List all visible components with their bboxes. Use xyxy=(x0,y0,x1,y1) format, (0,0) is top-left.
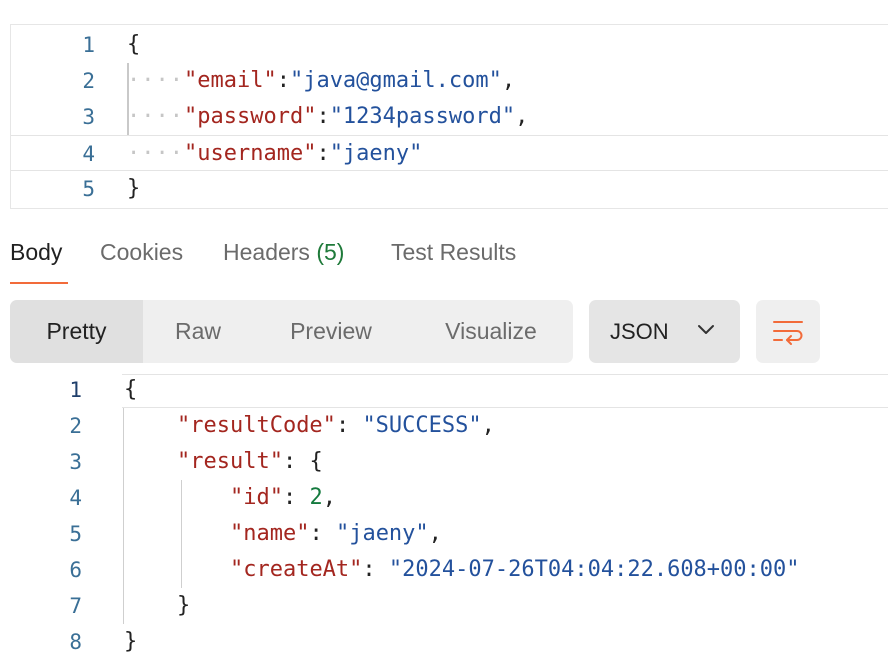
code-text: } xyxy=(127,176,141,201)
view-visualize-button[interactable]: Visualize xyxy=(409,300,573,363)
line-number: 3 xyxy=(69,450,82,474)
view-mode-toggle: Pretty Raw Preview Visualize xyxy=(10,300,573,363)
json-number-value: 2 xyxy=(309,485,323,510)
json-string-value: "1234password" xyxy=(329,104,516,129)
json-string-value: "java@gmail.com" xyxy=(289,68,502,93)
json-key: "password" xyxy=(183,104,317,129)
editor-line[interactable]: 1 { xyxy=(11,27,888,63)
wrap-lines-button[interactable] xyxy=(756,300,820,363)
json-key: "createAt" xyxy=(229,557,363,582)
line-number: 5 xyxy=(69,522,82,546)
json-comma: , xyxy=(481,413,495,438)
tab-body[interactable]: Body xyxy=(10,236,62,268)
active-tab-indicator xyxy=(10,282,68,284)
json-string-value: "SUCCESS" xyxy=(362,413,482,438)
view-raw-button[interactable]: Raw xyxy=(143,300,253,363)
whitespace-dots: ···· xyxy=(127,104,184,129)
format-dropdown[interactable]: JSON xyxy=(589,300,740,363)
json-string-value: "jaeny" xyxy=(335,521,429,546)
response-body-viewer[interactable]: 1 { 2 "resultCode": "SUCCESS", 3 "result… xyxy=(0,372,888,664)
line-number: 1 xyxy=(82,33,95,57)
request-body-editor[interactable]: 1 { 2 ····"email":"java@gmail.com", 3 ··… xyxy=(10,24,888,209)
json-colon: : xyxy=(282,485,310,510)
editor-line[interactable]: 5 } xyxy=(11,171,888,207)
code-line: 6 "createAt": "2024-07-26T04:04:22.608+0… xyxy=(0,552,888,588)
json-colon: : xyxy=(276,68,290,93)
json-key: "email" xyxy=(183,68,277,93)
tab-headers-label: Headers xyxy=(223,239,310,265)
json-comma: , xyxy=(515,104,529,129)
code-line: 3 "result": { xyxy=(0,444,888,480)
code-line: 7 } xyxy=(0,588,888,624)
json-string-value: "2024-07-26T04:04:22.608+00:00" xyxy=(388,557,800,582)
json-comma: , xyxy=(501,68,516,93)
line-number: 2 xyxy=(69,414,82,438)
json-colon: : xyxy=(282,449,310,474)
line-number: 4 xyxy=(69,486,82,510)
json-brace: { xyxy=(309,449,323,474)
tab-test-results[interactable]: Test Results xyxy=(391,236,516,268)
tab-cookies[interactable]: Cookies xyxy=(100,236,183,268)
json-key: "username" xyxy=(183,141,317,166)
json-colon: : xyxy=(309,521,336,546)
view-preview-button[interactable]: Preview xyxy=(253,300,409,363)
headers-count-badge: (5) xyxy=(316,239,345,265)
word-wrap-icon xyxy=(773,321,803,345)
editor-line[interactable]: 2 ····"email":"java@gmail.com", xyxy=(11,63,888,99)
line-number: 4 xyxy=(82,142,95,166)
whitespace-dots: ···· xyxy=(127,141,184,166)
json-comma: , xyxy=(322,485,336,510)
json-key: "result" xyxy=(176,449,283,474)
code-line: 4 "id": 2, xyxy=(0,480,888,516)
line-number: 2 xyxy=(82,69,95,93)
code-text: } xyxy=(124,629,138,654)
json-key: "name" xyxy=(229,521,310,546)
json-colon: : xyxy=(316,141,330,166)
json-brace: } xyxy=(176,593,191,618)
json-colon: : xyxy=(335,413,363,438)
json-colon: : xyxy=(362,557,389,582)
editor-line-active[interactable]: 4 ····"username":"jaeny" xyxy=(11,135,888,171)
code-line: 8 } xyxy=(0,624,888,660)
line-number: 8 xyxy=(69,630,82,654)
json-colon: : xyxy=(316,104,330,129)
format-selected-value: JSON xyxy=(610,319,669,344)
json-string-value: "jaeny" xyxy=(329,141,423,166)
code-line: 1 { xyxy=(0,372,888,408)
line-number: 5 xyxy=(82,177,95,201)
tab-headers[interactable]: Headers (5) xyxy=(223,236,344,268)
whitespace-dots: ···· xyxy=(127,68,184,93)
line-number: 3 xyxy=(82,105,95,129)
line-number: 6 xyxy=(69,558,82,582)
code-text: { xyxy=(124,377,138,402)
editor-line[interactable]: 3 ····"password":"1234password", xyxy=(11,99,888,135)
view-pretty-button[interactable]: Pretty xyxy=(10,300,143,363)
json-key: "resultCode" xyxy=(176,413,336,438)
code-line: 5 "name": "jaeny", xyxy=(0,516,888,552)
chevron-down-icon xyxy=(698,325,714,334)
line-number: 7 xyxy=(69,594,82,618)
line-number: 1 xyxy=(69,378,82,402)
json-key: "id" xyxy=(229,485,283,510)
code-line: 2 "resultCode": "SUCCESS", xyxy=(0,408,888,444)
json-comma: , xyxy=(428,521,442,546)
code-text: { xyxy=(127,32,141,57)
